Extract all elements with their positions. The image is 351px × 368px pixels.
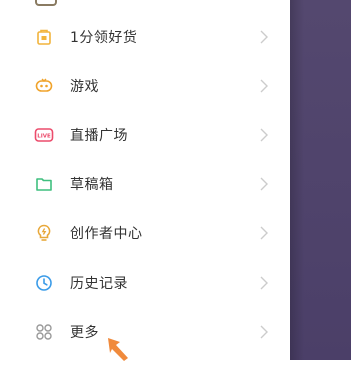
menu-item-history[interactable]: 历史记录 — [0, 258, 290, 308]
dimmed-backdrop[interactable] — [290, 0, 351, 360]
menu-item-games[interactable]: 游戏 — [0, 61, 290, 111]
clock-icon — [34, 273, 54, 293]
chevron-right-icon — [259, 276, 269, 290]
menu-item-label: 1分领好货 — [70, 30, 138, 46]
menu-item-more[interactable]: 更多 — [0, 307, 290, 357]
live-badge-text: LIVE — [37, 134, 51, 140]
menu-item-label: 创作者中心 — [70, 226, 143, 242]
side-drawer: 1分领好货 游戏 LIVE 直播广场 草稿箱 创作者中心 历史记录 更多 — [0, 0, 351, 361]
menu-item-live-square[interactable]: LIVE 直播广场 — [0, 110, 290, 160]
chevron-right-icon — [259, 30, 269, 44]
folder-icon — [34, 174, 54, 194]
menu-item-creator-center[interactable]: 创作者中心 — [0, 208, 290, 258]
chevron-right-icon — [259, 325, 269, 339]
game-controller-icon — [34, 76, 54, 96]
grid-icon — [34, 322, 54, 342]
chevron-right-icon — [259, 177, 269, 191]
lightbulb-icon — [34, 223, 54, 243]
drawer-shadow — [290, 0, 304, 360]
chevron-right-icon — [259, 128, 269, 142]
menu-item-label: 历史记录 — [70, 276, 128, 292]
menu-item-label: 更多 — [70, 325, 99, 341]
menu-item-label: 直播广场 — [70, 128, 128, 144]
chevron-right-icon — [259, 79, 269, 93]
shopping-bag-icon — [34, 27, 54, 47]
live-icon: LIVE — [34, 125, 54, 145]
menu-item-good-deals[interactable]: 1分领好货 — [0, 12, 290, 62]
cut-off-icon — [35, 0, 57, 6]
menu-item-drafts[interactable]: 草稿箱 — [0, 159, 290, 209]
menu-item-label: 游戏 — [70, 79, 99, 95]
chevron-right-icon — [259, 226, 269, 240]
menu-item-label: 草稿箱 — [70, 177, 114, 193]
